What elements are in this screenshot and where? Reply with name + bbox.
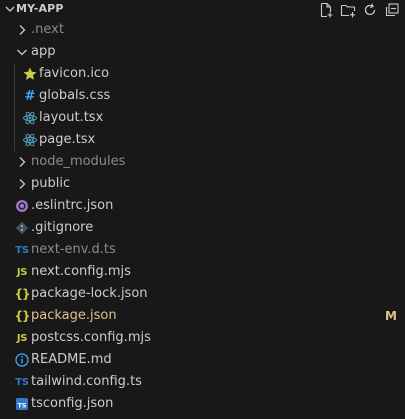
tree-item-label: next.config.mjs	[31, 264, 131, 279]
tree-item-label: node_modules	[31, 154, 126, 169]
refresh-icon[interactable]	[359, 1, 381, 19]
tree-item-label: README.md	[31, 352, 112, 367]
css-file-icon: #	[24, 88, 36, 104]
tree-item-label: postcss.config.mjs	[31, 330, 151, 345]
file-package-lock-json[interactable]: {} package-lock.json	[0, 283, 405, 305]
collapse-all-icon[interactable]	[381, 1, 403, 19]
tree-item-label: globals.css	[39, 88, 111, 103]
eslint-file-icon	[14, 198, 30, 214]
file-tsconfig-json[interactable]: TS tsconfig.json	[0, 393, 405, 415]
tsconfig-file-icon: TS	[14, 396, 30, 412]
new-file-icon[interactable]	[315, 1, 337, 19]
explorer-title: MY-APP	[16, 2, 64, 15]
json-file-icon: {}	[14, 309, 30, 323]
tree-item-label: package-lock.json	[31, 286, 148, 301]
tree-item-label: page.tsx	[39, 132, 96, 147]
tree-item-label: app	[31, 44, 56, 59]
folder-node-modules[interactable]: node_modules	[0, 151, 405, 173]
tree-item-label: .next	[31, 22, 64, 37]
file-package-json[interactable]: {} package.json M	[0, 305, 405, 327]
react-file-icon	[22, 110, 38, 126]
explorer-actions	[315, 1, 403, 19]
folder-next[interactable]: .next	[0, 19, 405, 41]
file-eslintrc-json[interactable]: .eslintrc.json	[0, 195, 405, 217]
tree-item-label: .eslintrc.json	[31, 198, 114, 213]
file-tailwind-config-ts[interactable]: TS tailwind.config.ts	[0, 371, 405, 393]
tree-item-label: public	[31, 176, 71, 191]
typescript-file-icon: TS	[15, 244, 29, 256]
file-next-config-mjs[interactable]: JS next.config.mjs	[0, 261, 405, 283]
folder-public[interactable]: public	[0, 173, 405, 195]
tree-item-label: tailwind.config.ts	[31, 374, 142, 389]
tree-item-label: package.json	[31, 308, 117, 323]
indent-guide	[14, 63, 15, 85]
favicon-star-icon	[22, 66, 38, 82]
chevron-down-icon[interactable]	[4, 3, 16, 15]
file-readme-md[interactable]: README.md	[0, 349, 405, 371]
chevron-right-icon	[14, 176, 30, 192]
indent-guide	[14, 85, 15, 107]
file-page-tsx[interactable]: page.tsx	[0, 129, 405, 151]
svg-text:TS: TS	[17, 401, 26, 409]
javascript-file-icon: JS	[16, 332, 28, 344]
new-folder-icon[interactable]	[337, 1, 359, 19]
file-postcss-config-mjs[interactable]: JS postcss.config.mjs	[0, 327, 405, 349]
tree-item-label: layout.tsx	[39, 110, 104, 125]
javascript-file-icon: JS	[16, 266, 28, 278]
git-modified-badge: M	[385, 309, 397, 323]
chevron-down-icon	[14, 44, 30, 60]
chevron-right-icon	[14, 154, 30, 170]
tree-item-label: next-env.d.ts	[31, 242, 116, 257]
tree-item-label: tsconfig.json	[31, 396, 114, 411]
indent-guide	[14, 107, 15, 129]
tree-item-label: favicon.ico	[39, 66, 110, 81]
react-file-icon	[22, 132, 38, 148]
file-layout-tsx[interactable]: layout.tsx	[0, 107, 405, 129]
chevron-right-icon	[14, 22, 30, 38]
folder-app[interactable]: app	[0, 41, 405, 63]
indent-guide	[14, 129, 15, 151]
file-gitignore[interactable]: .gitignore	[0, 217, 405, 239]
explorer-header[interactable]: MY-APP	[0, 0, 405, 20]
git-file-icon	[14, 220, 30, 236]
file-favicon-ico[interactable]: favicon.ico	[0, 63, 405, 85]
file-globals-css[interactable]: # globals.css	[0, 85, 405, 107]
tree-item-label: .gitignore	[31, 220, 94, 235]
file-next-env-d-ts[interactable]: TS next-env.d.ts	[0, 239, 405, 261]
typescript-file-icon: TS	[15, 376, 29, 388]
json-file-icon: {}	[14, 287, 30, 301]
file-tree: .next app favicon.ico # globals.css layout.ts…	[0, 19, 405, 415]
readme-info-icon	[14, 352, 30, 368]
